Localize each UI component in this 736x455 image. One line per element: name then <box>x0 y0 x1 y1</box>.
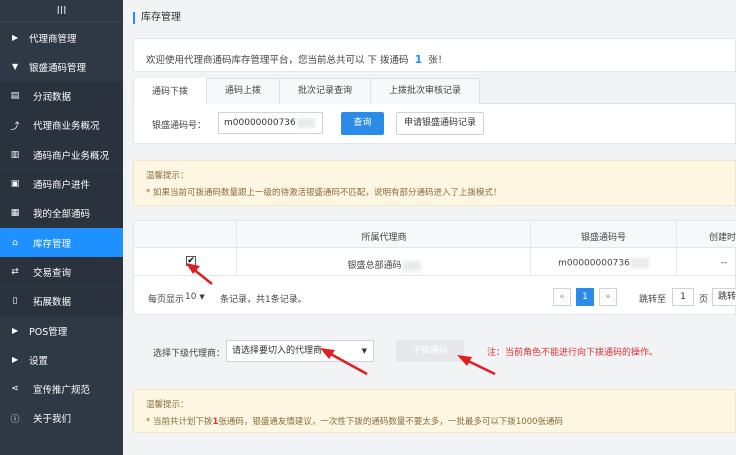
sidebar-item-5[interactable]: ▣ 通码商户进件 <box>0 169 123 199</box>
agent-select[interactable]: 请选择要切入的代理商 ▼ <box>226 340 374 362</box>
code-table: 所属代理商 银盛通码号 创建时间 ✔ 银盛总部通码 m00000000736 -… <box>133 220 736 315</box>
table-row[interactable]: ✔ 银盛总部通码 m00000000736 -- <box>134 248 736 276</box>
available-count: 1 <box>414 53 423 66</box>
sidebar-item-8[interactable]: ⇄ 交易查询 <box>0 257 123 287</box>
qrcode-icon: ▦ <box>10 208 20 219</box>
per-page-value: 10 <box>185 292 197 302</box>
tip-title: 温馨提示： <box>146 400 189 410</box>
sidebar-item-label: 分润数据 <box>33 92 72 104</box>
sidebar-item-3[interactable]: ⤴ 代理商业务概况 <box>0 110 123 140</box>
money-icon: ▤ <box>10 91 20 102</box>
row-code: m00000000736 <box>531 258 676 269</box>
sidebar-item-label: POS管理 <box>29 326 68 338</box>
code-input-value: m00000000736 <box>224 118 296 128</box>
sidebar-item-label: 设置 <box>29 355 49 367</box>
jump-label: 跳转至 <box>639 295 667 305</box>
sidebar-item-0[interactable]: ▶ 代理商管理 <box>0 23 123 52</box>
info-icon: ⓘ <box>10 414 20 425</box>
sidebar-item-label: 交易查询 <box>33 267 72 279</box>
cart-icon: ▣ <box>10 179 20 189</box>
jump-page-input[interactable]: 1 <box>672 288 694 306</box>
sidebar-item-7[interactable]: ⌂ 库存管理 <box>0 228 123 258</box>
permission-note: 注：当前角色不能进行向下拨通码的操作。 <box>487 348 659 358</box>
tip-body: * 当前共计划下拨1张通码，银盛通友情建议，一次性下拨的通码数量不要太多，一批最… <box>146 417 564 427</box>
bank-icon: ⌂ <box>12 237 18 248</box>
sidebar-item-9[interactable]: ▯ 拓展数据 <box>0 286 123 316</box>
sidebar-item-4[interactable]: ▥ 通码商户业务概况 <box>0 140 123 170</box>
tab-bar: 通码下拨 通码上拨 批次记录查询 上拨批次审核记录 <box>133 78 736 105</box>
caret-down-icon: ▼ <box>12 62 19 72</box>
search-panel: 银盛通码号： m00000000736 查询 申请银盛通码记录 <box>133 104 736 144</box>
jump-button[interactable]: 跳转 <box>712 288 736 306</box>
sidebar-item-10[interactable]: ▶ POS管理 <box>0 316 123 345</box>
tab-allocate-down[interactable]: 通码下拨 <box>133 78 208 105</box>
sidebar-item-label: 宣传推广规范 <box>33 385 91 397</box>
row-agent: 银盛总部通码 <box>239 258 529 271</box>
per-page-label: 每页显示 <box>148 295 185 305</box>
row-checkbox[interactable]: ✔ <box>186 256 196 266</box>
exchange-icon: ⇄ <box>11 266 19 277</box>
page-title: 库存管理 <box>133 12 181 24</box>
row-created: -- <box>720 258 728 268</box>
chart-icon: ⤴ <box>10 121 20 132</box>
caret-right-icon: ▶ <box>12 355 19 365</box>
welcome-text: 欢迎使用代理商通码库存管理平台，您当前总共可以 下 拨通码 <box>146 55 409 66</box>
code-label: 银盛通码号： <box>152 121 207 131</box>
tip-box-1: 温馨提示： * 如果当前可拨通码数量跟上一级的待激活银盛通码不匹配，说明有部分通… <box>133 160 736 206</box>
sidebar-item-11[interactable]: ▶ 设置 <box>0 345 123 374</box>
code-input[interactable]: m00000000736 <box>218 112 323 134</box>
col-code: 银盛通码号 <box>580 233 626 243</box>
sidebar-item-label: 我的全部通码 <box>33 209 91 221</box>
main-content: 库存管理 欢迎使用代理商通码库存管理平台，您当前总共可以 下 拨通码 1 张！ … <box>123 0 736 455</box>
sidebar-item-12[interactable]: ⋖ 宣传推广规范 <box>0 375 123 404</box>
sidebar-item-label: 库存管理 <box>33 238 72 250</box>
agent-select-value: 请选择要切入的代理商 <box>232 346 323 356</box>
apply-records-button[interactable]: 申请银盛通码记录 <box>396 112 484 135</box>
chevron-down-icon: ▼ <box>199 293 205 301</box>
sidebar-item-label: 关于我们 <box>33 414 72 426</box>
prev-page-button[interactable]: « <box>553 288 571 306</box>
file-icon: ▯ <box>12 296 18 307</box>
agent-select-label: 选择下级代理商： <box>153 349 226 359</box>
sidebar-item-2[interactable]: ▤ 分润数据 <box>0 81 123 111</box>
sidebar-item-1[interactable]: ▼ 银盛通码管理 <box>0 52 123 81</box>
tip-title: 温馨提示： <box>146 171 189 181</box>
chevron-down-icon: ▼ <box>361 347 367 355</box>
menu-toggle-icon[interactable]: III <box>0 0 123 22</box>
tab-batch-records[interactable]: 批次记录查询 <box>279 78 372 104</box>
sidebar-item-label: 通码商户业务概况 <box>33 150 110 162</box>
page-unit: 页 <box>699 295 709 305</box>
share-icon: ⋖ <box>11 384 19 395</box>
allocate-button[interactable]: 下拨通码 <box>396 340 464 362</box>
caret-right-icon: ▶ <box>12 326 19 335</box>
sidebar-item-6[interactable]: ▦ 我的全部通码 <box>0 198 123 228</box>
tip-body: * 如果当前可拨通码数量跟上一级的待激活银盛通码不匹配，说明有部分通码进入了上拨… <box>146 188 502 198</box>
tab-allocate-up[interactable]: 通码上拨 <box>206 78 281 104</box>
welcome-banner: 欢迎使用代理商通码库存管理平台，您当前总共可以 下 拨通码 1 张！ <box>133 38 736 72</box>
query-button[interactable]: 查询 <box>341 112 384 135</box>
sidebar-item-label: 通码商户进件 <box>33 180 91 191</box>
sidebar-item-label: 代理商业务概况 <box>33 121 100 133</box>
welcome-suffix: 张！ <box>428 55 448 66</box>
redaction-blur <box>296 117 315 128</box>
tip-box-2: 温馨提示： * 当前共计划下拨1张通码，银盛通友情建议，一次性下拨的通码数量不要… <box>133 389 736 433</box>
sidebar-item-label: 拓展数据 <box>33 297 72 309</box>
page-1-button[interactable]: 1 <box>576 288 594 306</box>
next-page-button[interactable]: » <box>599 288 617 306</box>
caret-right-icon: ▶ <box>12 33 19 42</box>
per-page-select[interactable]: 10 ▼ <box>185 292 205 302</box>
sidebar-item-13[interactable]: ⓘ 关于我们 <box>0 404 123 433</box>
sidebar-item-label: 银盛通码管理 <box>29 62 87 74</box>
tab-upload-review[interactable]: 上拨批次审核记录 <box>370 78 481 104</box>
record-summary: 条记录，共1条记录。 <box>220 295 307 305</box>
col-created: 创建时间 <box>709 233 736 243</box>
table-header: 所属代理商 银盛通码号 创建时间 <box>134 221 736 248</box>
bar-chart-icon: ▥ <box>10 149 20 160</box>
sidebar: III ▶ 代理商管理 ▼ 银盛通码管理 ▤ 分润数据 ⤴ 代理商业务概况 ▥ 通码商户业务概况 ▣… <box>0 0 123 455</box>
col-agent: 所属代理商 <box>361 233 407 243</box>
sidebar-item-label: 代理商管理 <box>29 33 77 45</box>
